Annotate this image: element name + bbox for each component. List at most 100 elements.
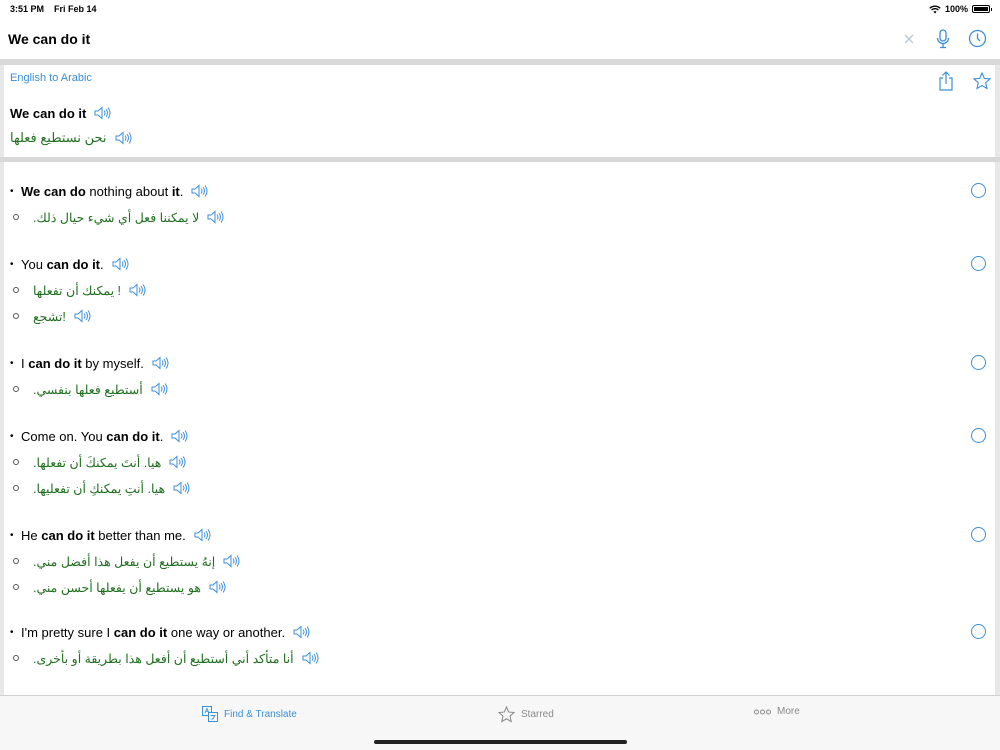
bullet-circle [13,214,19,220]
result-english: • He can do it better than me. [4,522,995,548]
result-arabic-text: .أستطيع فعلها بنفسي [33,382,143,397]
close-icon [904,34,914,43]
speaker-icon [112,257,129,271]
bullet: • [10,529,14,541]
speaker-button[interactable] [191,183,209,199]
battery-percent: 100% [944,4,968,14]
tab-label: Find & Translate [224,708,297,720]
result-english-text: I'm pretty sure I can do it one way or a… [21,625,285,640]
card-actions [933,68,995,94]
phrase-text: He [21,527,42,543]
speaker-button[interactable] [94,105,112,121]
star-icon [973,72,991,90]
select-radio[interactable] [971,527,986,542]
speaker-button[interactable] [129,282,147,298]
phrase-text: by myself. [81,355,144,371]
speaker-icon [74,309,91,323]
speaker-button[interactable] [115,130,133,146]
result-arabic: .هيا. أنتِ يمكنكِ أن تفعليها [4,475,995,501]
select-radio[interactable] [971,256,986,271]
clock-icon [968,29,986,48]
speaker-icon [194,528,211,542]
target-text: نحن نستطيع فعلها [10,130,107,145]
result-arabic: .أستطيع فعلها بنفسي [4,376,995,402]
bullet-circle [13,558,19,564]
phrase-text: . [179,183,184,199]
speaker-icon [115,131,132,145]
phrase-text: nothing about [85,183,172,199]
result-english-text: Come on. You can do it. [21,429,163,444]
speaker-icon [209,580,226,594]
result-arabic-text: .هيا. أنتَ يمكنكَ أن تفعلها [33,455,162,470]
highlighted-phrase: We can do [21,183,86,199]
bullet-circle [13,386,19,392]
speaker-button[interactable] [152,355,170,371]
tab-label: More [777,706,800,717]
highlighted-phrase: can do it [28,355,82,371]
speaker-button[interactable] [223,553,241,569]
target-line: نحن نستطيع فعلها [10,130,133,146]
result-item: • You can do it. يمكنك أن تفعلها ! تشجع! [4,251,995,329]
result-arabic-text: .أنا متأكد أني أستطيع أن أفعل هذا بطريقة… [33,651,294,666]
microphone-button[interactable] [928,24,958,54]
phrase-text: better than me. [94,527,186,543]
speaker-button[interactable] [209,579,227,595]
status-right: 100% [929,4,992,14]
bullet: • [10,357,14,369]
result-english: • I'm pretty sure I can do it one way or … [4,619,995,645]
speaker-button[interactable] [74,308,92,324]
bullet-circle [13,313,19,319]
share-icon [939,71,953,91]
result-english-text: He can do it better than me. [21,528,186,543]
result-english: • You can do it. [4,251,995,277]
highlighted-phrase: can do it [106,428,160,444]
highlighted-phrase: can do it [41,527,95,543]
tab-more[interactable]: More [754,706,800,717]
status-date: Fri Feb 14 [54,4,97,14]
speaker-button[interactable] [293,624,311,640]
clear-button[interactable] [894,24,924,54]
phrase-text: one way or another. [167,624,286,640]
speaker-button[interactable] [173,480,191,496]
select-radio[interactable] [971,355,986,370]
bullet: • [10,258,14,270]
speaker-button[interactable] [112,256,130,272]
bullet-circle [13,485,19,491]
select-radio[interactable] [971,624,986,639]
result-arabic-text: .إنهُ يستطيع أن يفعل هذا أفضل مني [33,554,216,569]
speaker-button[interactable] [207,209,225,225]
bullet: • [10,430,14,442]
share-button[interactable] [933,68,959,94]
result-arabic: .أنا متأكد أني أستطيع أن أفعل هذا بطريقة… [4,645,995,671]
speaker-button[interactable] [151,381,169,397]
result-arabic: .هيا. أنتَ يمكنكَ أن تفعلها [4,449,995,475]
speaker-button[interactable] [194,527,212,543]
wifi-icon [929,5,941,13]
result-arabic-text: تشجع! [33,309,66,324]
select-radio[interactable] [971,428,986,443]
speaker-button[interactable] [169,454,187,470]
speaker-icon [171,429,188,443]
phrase-text: I'm pretty sure I [21,624,114,640]
speaker-icon [151,382,168,396]
tab-find-translate[interactable]: Find & Translate [202,706,297,722]
result-english-text: You can do it. [21,257,104,272]
result-arabic-text: .هو يستطيع أن يفعلها أحسن مني [33,580,201,595]
tab-starred[interactable]: Starred [498,706,554,723]
history-button[interactable] [962,24,992,54]
speaker-icon [129,283,146,297]
star-button[interactable] [969,68,995,94]
speaker-icon [152,356,169,370]
search-input[interactable] [8,30,890,47]
highlighted-phrase: can do it [113,624,168,640]
result-arabic: يمكنك أن تفعلها ! [4,277,995,303]
speaker-button[interactable] [171,428,189,444]
language-direction[interactable]: English to Arabic [10,72,92,84]
result-item: • He can do it better than me. .إنهُ يستطي… [4,522,995,600]
bullet-circle [13,287,19,293]
highlighted-phrase: it [171,183,180,199]
speaker-icon [302,651,319,665]
speaker-button[interactable] [302,650,320,666]
select-radio[interactable] [971,183,986,198]
bullet: • [10,626,14,638]
